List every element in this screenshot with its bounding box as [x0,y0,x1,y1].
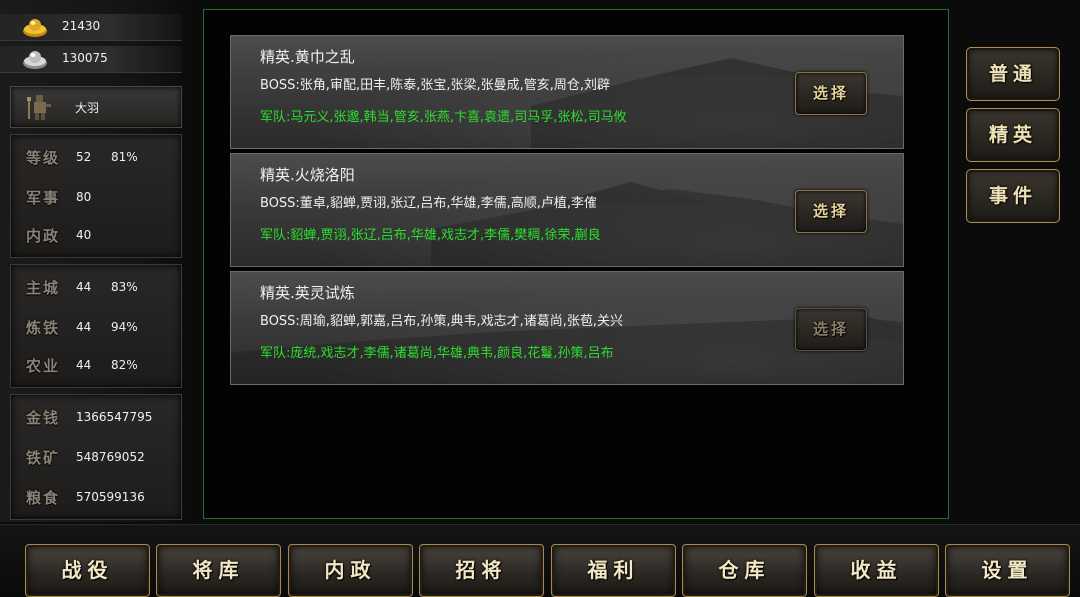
stat-politics-label: 内政 [26,227,61,245]
attribute-panel: 等级 52 81% 军事 80 内政 40 [10,134,182,258]
stat-politics: 内政 40 [11,217,181,253]
silver-ingot-icon [22,48,48,70]
gold-value: 21430 [62,19,101,33]
campaign-title: 精英.英灵试炼 [260,284,355,302]
select-button[interactable]: 选择 [795,308,867,351]
campaign-boss-list: BOSS:周瑜,貂蝉,郭嘉,吕布,孙策,典韦,戏志才,诸葛尚,张苞,关兴 [260,314,623,329]
player-profile[interactable]: 大羽 [10,86,182,128]
nav-warehouse-button[interactable]: 仓库 [682,544,807,597]
stat-politics-value: 40 [76,228,92,242]
silver-row: 130075 [0,46,182,73]
stat-farming: 农业 44 82% [11,347,181,383]
nav-campaign-button[interactable]: 战役 [25,544,150,597]
stat-military-value: 80 [76,190,92,204]
bottom-nav-bar: 战役 将库 内政 招将 福利 仓库 收益 设置 [0,524,1080,597]
campaign-boss-list: BOSS:董卓,貂蝉,贾诩,张辽,吕布,华雄,李儒,高顺,卢植,李傕 [260,196,597,211]
asset-money-value: 1366547795 [76,410,153,424]
stat-main-city: 主城 44 83% [11,269,181,305]
stat-main-city-value: 44 [76,280,92,294]
nav-recruit-button[interactable]: 招将 [419,544,544,597]
silver-value: 130075 [62,51,108,65]
stat-farming-percent: 82% [111,358,138,372]
nav-settings-button[interactable]: 设置 [945,544,1070,597]
campaign-boss-list: BOSS:张角,审配,田丰,陈泰,张宝,张梁,张曼成,管亥,周仓,刘辟 [260,78,610,93]
soldier-avatar-icon [25,93,55,121]
stat-farming-label: 农业 [26,357,61,375]
stat-main-city-label: 主城 [26,279,61,297]
category-elite-button[interactable]: 精英 [966,108,1060,162]
stat-military-label: 军事 [26,189,61,207]
asset-grain-label: 粮食 [26,489,61,507]
gold-row: 21430 [0,14,182,41]
assets-panel: 金钱 1366547795 铁矿 548769052 粮食 570599136 [10,394,182,520]
player-name: 大羽 [75,101,100,115]
campaign-army-list: 军队:庞统,戏志才,李儒,诸葛尚,华雄,典韦,颜良,花鬘,孙策,吕布 [260,346,614,361]
stat-military: 军事 80 [11,179,181,215]
building-panel: 主城 44 83% 炼铁 44 94% 农业 44 82% [10,264,182,388]
asset-money: 金钱 1366547795 [11,399,181,435]
gold-ingot-icon [22,16,48,38]
category-event-button[interactable]: 事件 [966,169,1060,223]
campaign-title: 精英.黄巾之乱 [260,48,355,66]
stat-smelting: 炼铁 44 94% [11,309,181,345]
select-button[interactable]: 选择 [795,190,867,233]
stat-level-value: 52 [76,150,92,164]
asset-iron-value: 548769052 [76,450,145,464]
asset-grain: 粮食 570599136 [11,479,181,515]
stat-smelting-value: 44 [76,320,92,334]
select-button[interactable]: 选择 [795,72,867,115]
stat-smelting-label: 炼铁 [26,319,61,337]
asset-iron: 铁矿 548769052 [11,439,181,475]
nav-welfare-button[interactable]: 福利 [551,544,676,597]
nav-income-button[interactable]: 收益 [814,544,939,597]
campaign-title: 精英.火烧洛阳 [260,166,355,184]
stat-level-label: 等级 [26,149,61,167]
nav-generals-button[interactable]: 将库 [156,544,281,597]
campaign-card: 精英.黄巾之乱 BOSS:张角,审配,田丰,陈泰,张宝,张梁,张曼成,管亥,周仓… [230,35,904,149]
campaign-army-list: 军队:马元义,张邈,韩当,管亥,张燕,卞喜,袁遗,司马孚,张松,司马攸 [260,110,627,125]
stat-level-percent: 81% [111,150,138,164]
stat-main-city-percent: 83% [111,280,138,294]
asset-money-label: 金钱 [26,409,61,427]
campaign-card: 精英.英灵试炼 BOSS:周瑜,貂蝉,郭嘉,吕布,孙策,典韦,戏志才,诸葛尚,张… [230,271,904,385]
category-normal-button[interactable]: 普通 [966,47,1060,101]
campaign-card: 精英.火烧洛阳 BOSS:董卓,貂蝉,贾诩,张辽,吕布,华雄,李儒,高顺,卢植,… [230,153,904,267]
asset-iron-label: 铁矿 [26,449,61,467]
stat-smelting-percent: 94% [111,320,138,334]
campaign-army-list: 军队:貂蝉,贾诩,张辽,吕布,华雄,戏志才,李儒,樊稠,徐荣,蒯良 [260,228,601,243]
asset-grain-value: 570599136 [76,490,145,504]
campaign-list-frame: 精英.黄巾之乱 BOSS:张角,审配,田丰,陈泰,张宝,张梁,张曼成,管亥,周仓… [203,9,949,519]
stat-farming-value: 44 [76,358,92,372]
nav-politics-button[interactable]: 内政 [288,544,413,597]
stat-level: 等级 52 81% [11,139,181,175]
player-sidebar: 21430 130075 大羽 等级 52 81% 军事 80 内政 40 主城… [0,0,190,522]
